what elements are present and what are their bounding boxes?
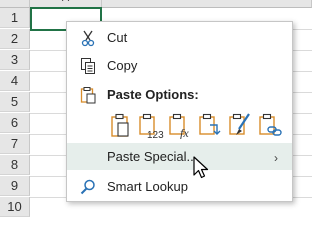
paste-options-header: Paste Options: <box>67 81 292 108</box>
paste-options-row: 123 fx <box>79 111 289 141</box>
menu-item-label: Paste Special... <box>107 149 198 164</box>
menu-item-label: Copy <box>107 58 138 73</box>
copy-icon <box>81 58 95 74</box>
row-number: 4 <box>10 73 19 88</box>
menu-item-label: Cut <box>107 30 128 45</box>
paste-formulas-button[interactable]: fx <box>167 111 194 140</box>
menu-item-label: Smart Lookup <box>107 179 188 194</box>
paste-formatting-icon <box>229 113 250 135</box>
row-number: 1 <box>10 10 19 25</box>
menu-item-smart-lookup[interactable]: Smart Lookup <box>67 173 292 200</box>
row-header[interactable]: 6 <box>0 113 30 133</box>
mouse-pointer-icon <box>193 156 209 179</box>
column-header-corner[interactable] <box>0 0 30 8</box>
row-header[interactable]: 1 <box>0 8 30 28</box>
column-header-label: A <box>62 0 69 4</box>
paste-link-icon <box>259 113 282 136</box>
svg-text:123: 123 <box>147 130 164 139</box>
search-icon <box>80 179 95 195</box>
row-number: 10 <box>7 199 22 214</box>
scissors-icon <box>81 30 95 47</box>
chevron-right-icon: › <box>274 151 278 165</box>
row-number: 5 <box>10 94 19 109</box>
paste-values-button[interactable]: 123 <box>137 111 164 141</box>
row-number: 8 <box>10 157 19 172</box>
row-header[interactable]: 2 <box>0 29 30 49</box>
row-number: 2 <box>10 31 19 46</box>
row-header[interactable]: 7 <box>0 134 30 154</box>
clipboard-icon <box>80 87 96 104</box>
row-header[interactable]: 8 <box>0 155 30 175</box>
menu-item-copy[interactable]: Copy <box>67 52 292 79</box>
row-header[interactable]: 10 <box>0 197 30 217</box>
paste-button[interactable] <box>107 111 134 139</box>
row-number: 7 <box>10 136 19 151</box>
row-number: 3 <box>10 52 19 67</box>
row-header[interactable]: 9 <box>0 176 30 196</box>
context-menu: Cut Copy Paste Options: 123 fx Paste Spe… <box>66 21 293 202</box>
row-header[interactable]: 3 <box>0 50 30 70</box>
svg-text:fx: fx <box>180 126 189 139</box>
paste-link-button[interactable] <box>257 111 284 139</box>
column-header-b[interactable] <box>102 0 312 8</box>
paste-values-icon: 123 <box>139 113 164 141</box>
paste-transpose-button[interactable] <box>197 111 224 139</box>
row-number: 9 <box>10 178 19 193</box>
paste-icon <box>111 113 129 137</box>
row-header[interactable]: 5 <box>0 92 30 112</box>
row-number: 6 <box>10 115 19 130</box>
paste-formatting-button[interactable] <box>227 111 254 139</box>
menu-item-cut[interactable]: Cut <box>67 24 292 51</box>
menu-item-paste-special[interactable]: Paste Special... › <box>67 143 292 170</box>
row-header[interactable]: 4 <box>0 71 30 91</box>
paste-formulas-icon: fx <box>169 113 189 140</box>
paste-transpose-icon <box>199 113 221 135</box>
menu-section-title: Paste Options: <box>107 87 199 102</box>
